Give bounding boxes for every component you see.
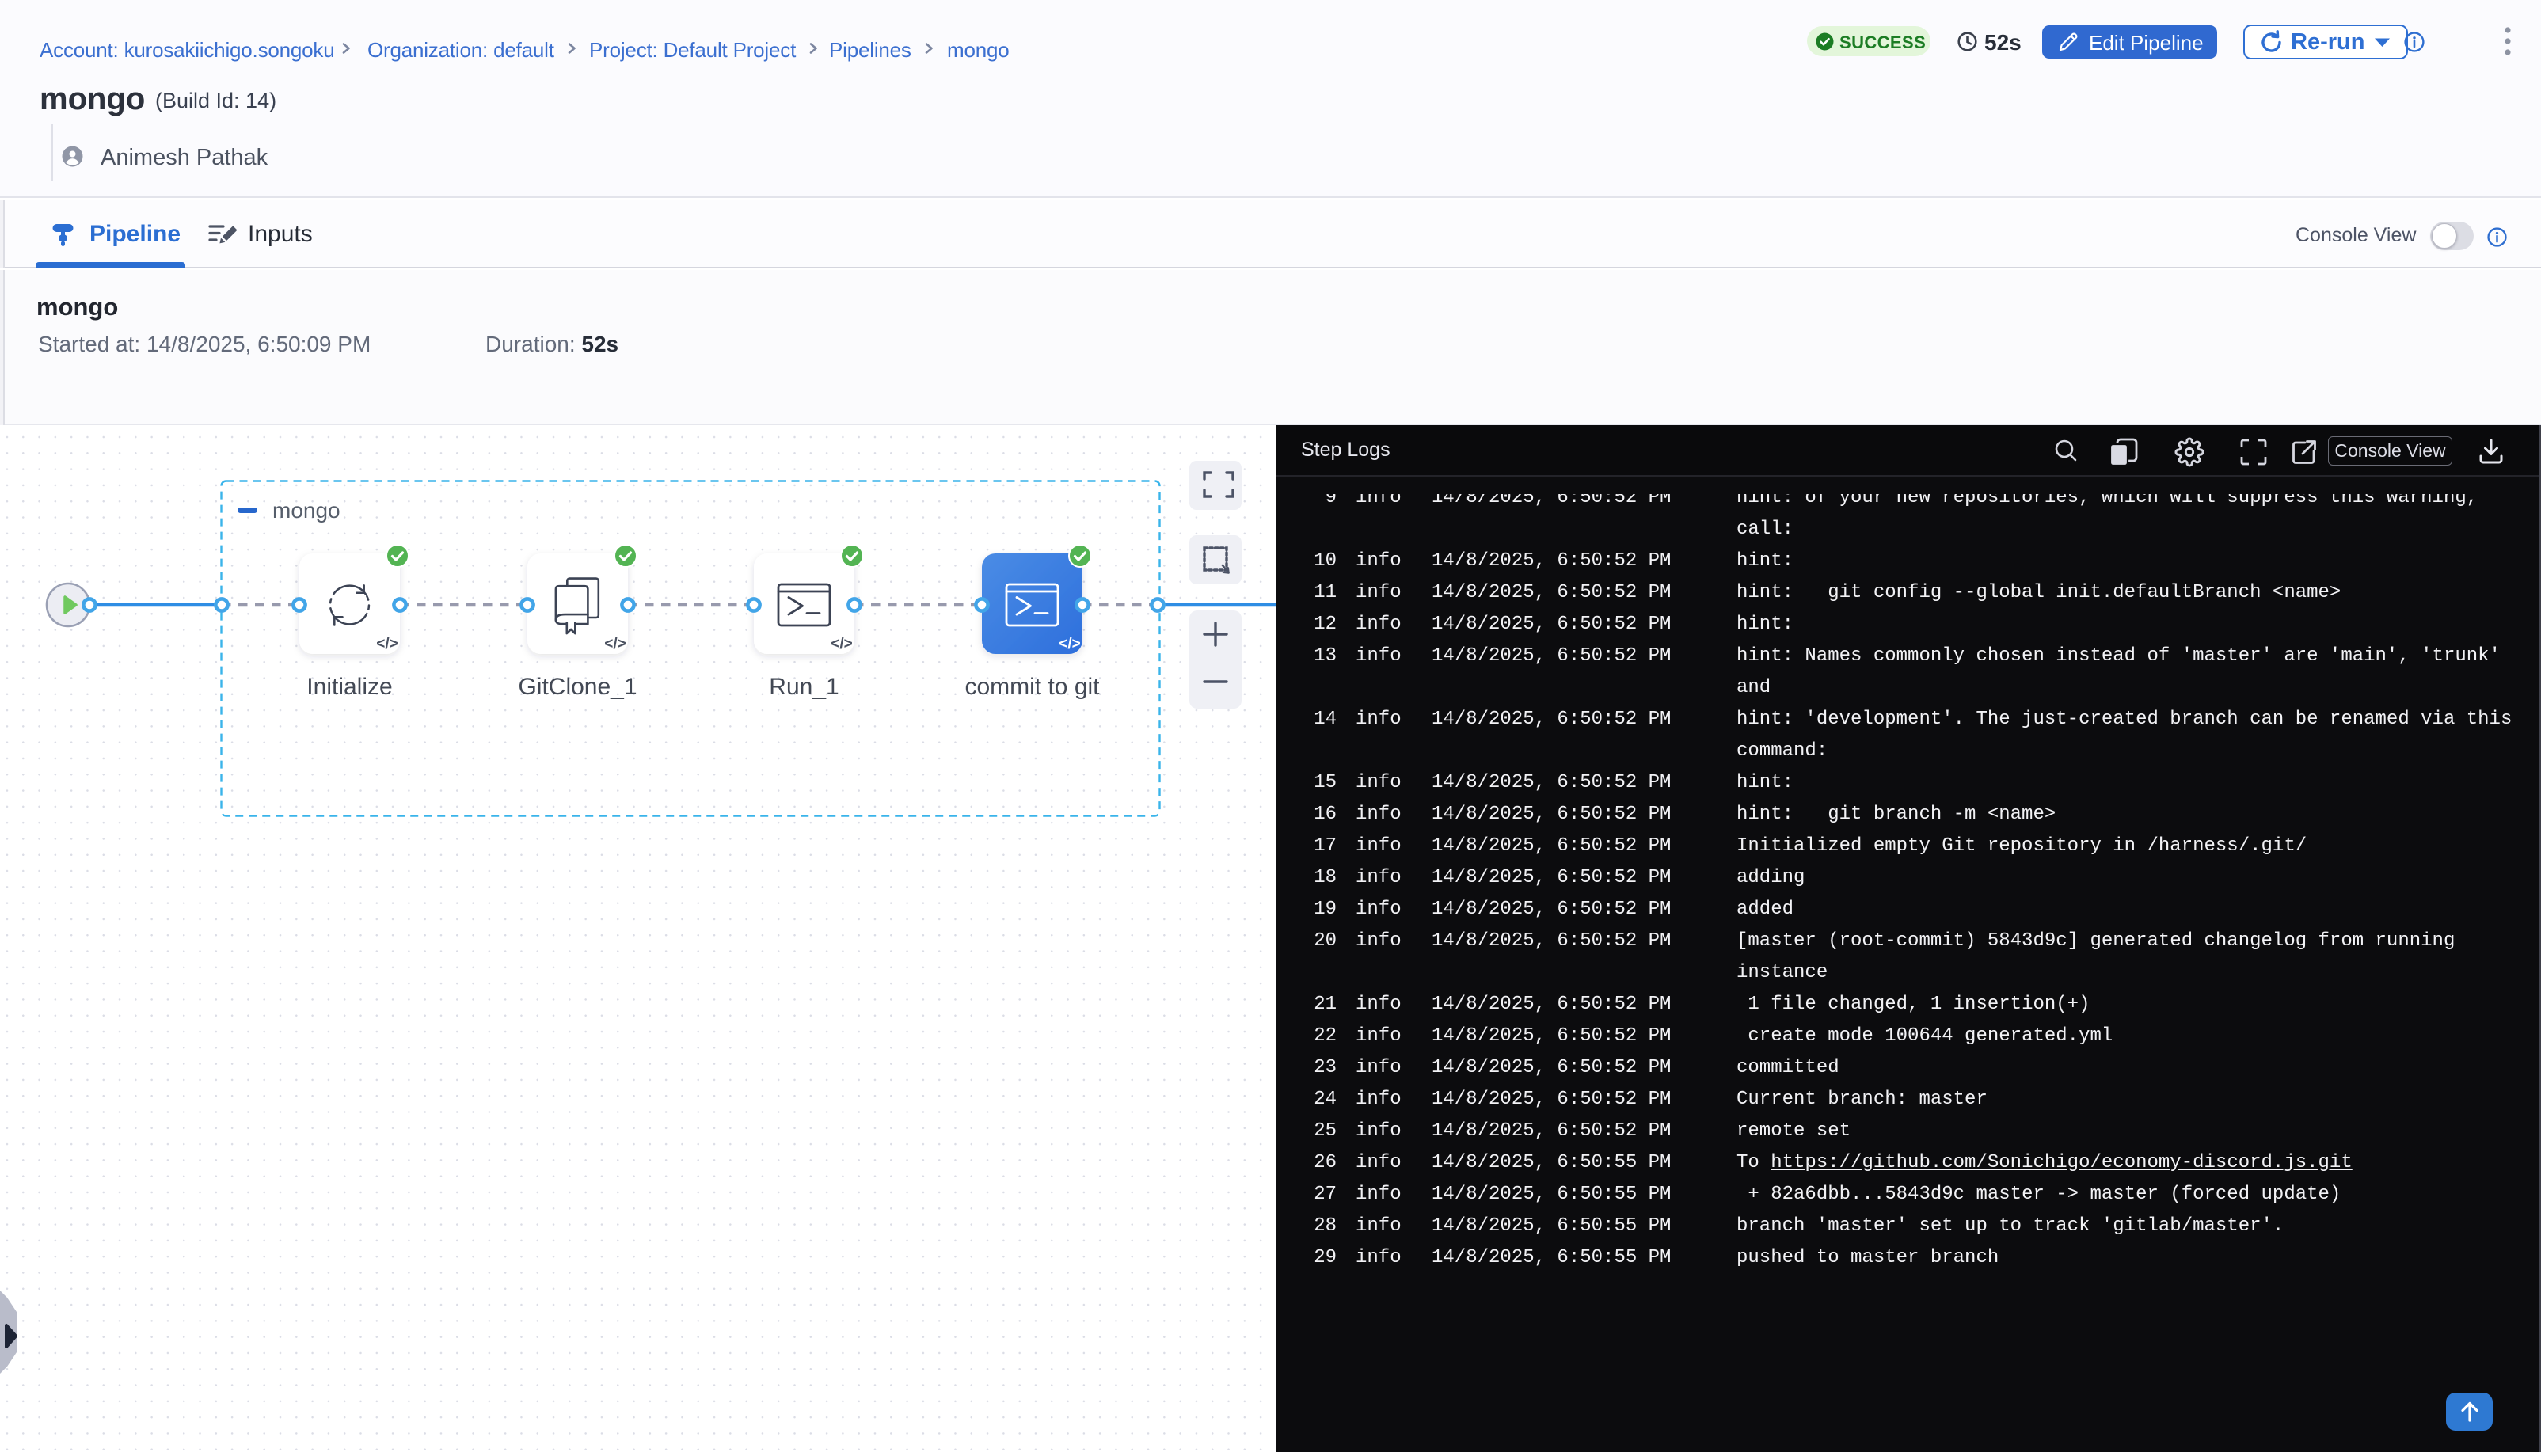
svg-text:mongo: mongo <box>272 498 340 523</box>
svg-text:</>: </> <box>604 636 626 652</box>
svg-text:commit to git: commit to git <box>964 674 1100 700</box>
svg-text:</>: </> <box>376 636 398 652</box>
svg-text:</>: </> <box>831 636 852 652</box>
svg-text:</>: </> <box>1059 636 1080 652</box>
svg-text:Initialize: Initialize <box>306 674 392 700</box>
svg-text:GitClone_1: GitClone_1 <box>518 674 637 700</box>
svg-text:Run_1: Run_1 <box>769 674 839 700</box>
